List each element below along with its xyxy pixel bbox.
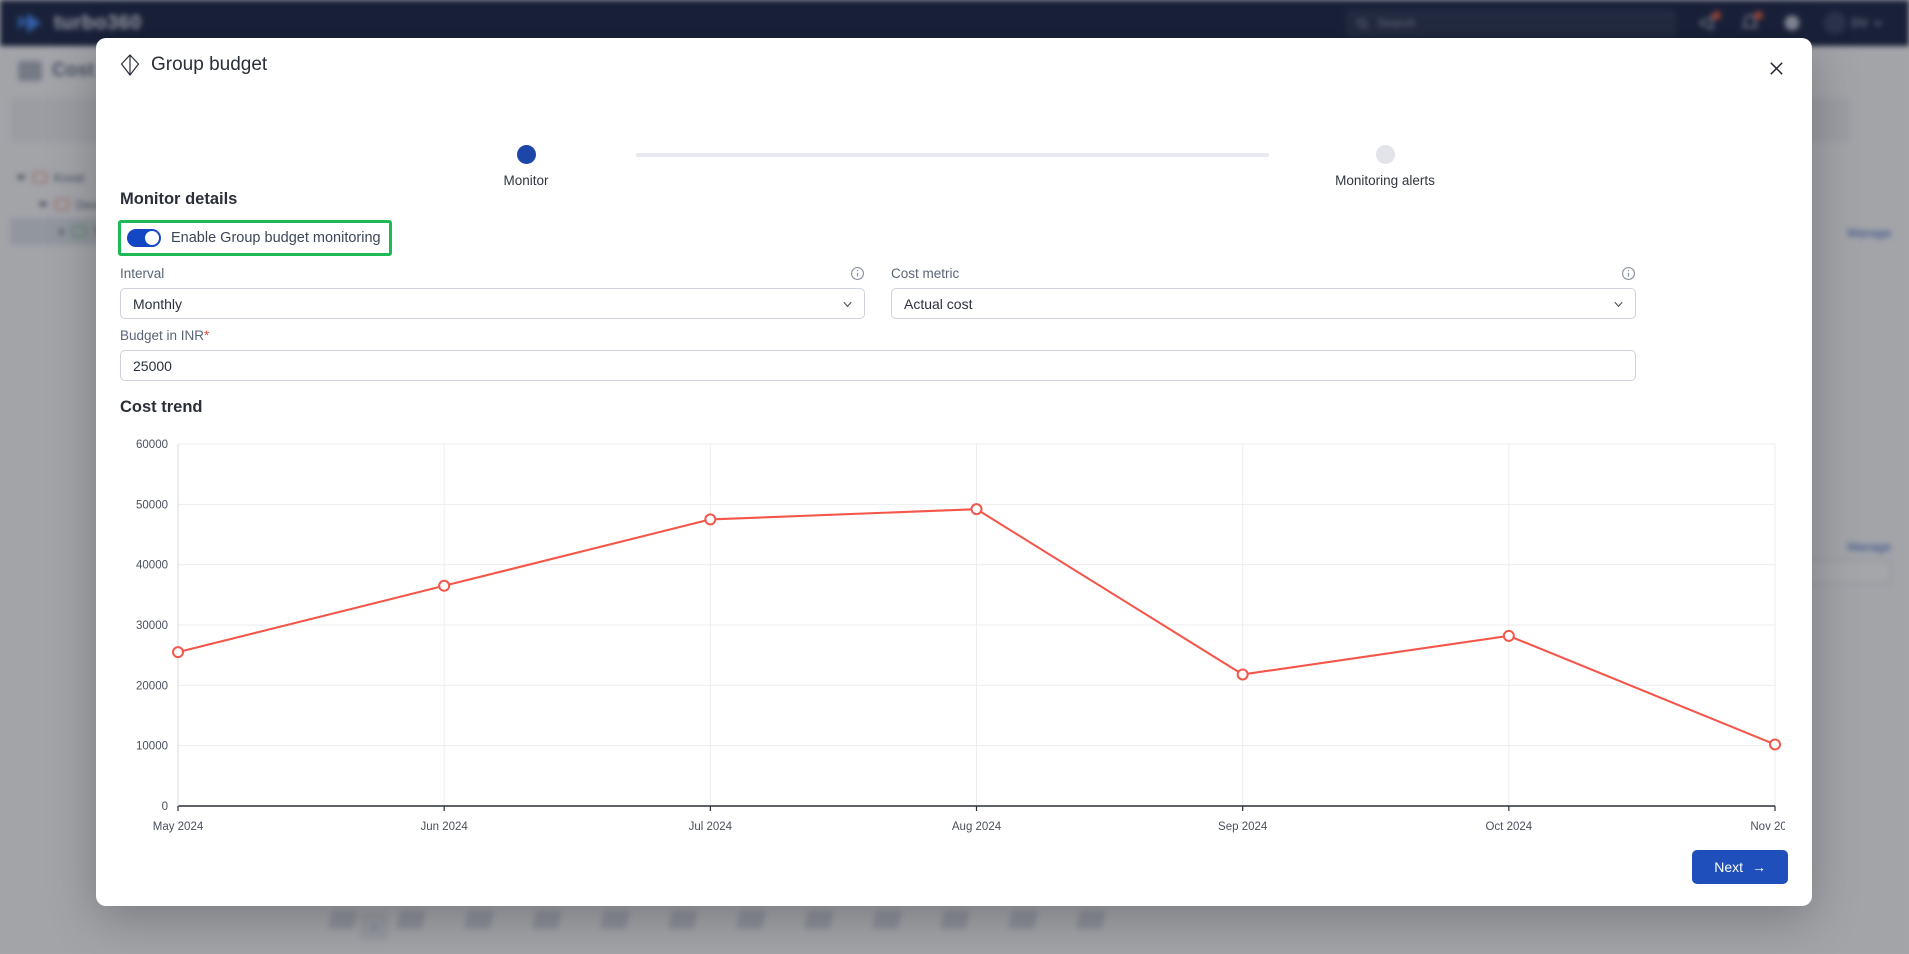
interval-label: Interval bbox=[120, 266, 165, 281]
cost-trend-chart: 0 10000 20000 30000 40000 50000 60000 May 2024 J… bbox=[120, 428, 1785, 868]
cost-trend-heading: Cost trend bbox=[120, 398, 203, 416]
modal-title: Group budget bbox=[120, 54, 267, 76]
group-budget-modal: Group budget Monitor Monitoring alerts M… bbox=[96, 38, 1812, 906]
close-icon[interactable] bbox=[1762, 54, 1790, 82]
next-button-label: Next bbox=[1714, 859, 1743, 875]
step-monitor[interactable]: Monitor bbox=[416, 143, 636, 188]
wizard-stepper: Monitor Monitoring alerts bbox=[503, 143, 1435, 193]
chart-data-point[interactable] bbox=[704, 513, 717, 526]
step-label: Monitoring alerts bbox=[1335, 173, 1435, 188]
info-icon[interactable] bbox=[1621, 266, 1636, 281]
chart-data-point[interactable] bbox=[172, 646, 184, 659]
chart-data-point[interactable] bbox=[1769, 738, 1781, 751]
budget-field: Budget in INR* 25000 bbox=[120, 328, 1636, 381]
cost-metric-field: Cost metric Actual cost bbox=[891, 266, 1636, 319]
next-button[interactable]: Next → bbox=[1692, 850, 1788, 884]
budget-label: Budget in INR* bbox=[120, 328, 1636, 343]
x-axis-tick-label: Jul 2024 bbox=[689, 821, 733, 833]
budget-value: 25000 bbox=[133, 357, 172, 374]
chevron-down-icon bbox=[843, 301, 852, 307]
toggle-knob bbox=[145, 231, 159, 245]
required-marker: * bbox=[204, 328, 210, 343]
chart-data-point[interactable] bbox=[1502, 629, 1515, 642]
x-axis-tick-label: Aug 2024 bbox=[952, 821, 1002, 833]
info-icon[interactable] bbox=[850, 266, 865, 281]
budget-input[interactable]: 25000 bbox=[120, 350, 1636, 381]
interval-select[interactable]: Monthly bbox=[120, 288, 865, 319]
enable-monitoring-toggle-group[interactable]: Enable Group budget monitoring bbox=[118, 220, 392, 256]
x-axis-tick-label: May 2024 bbox=[153, 821, 204, 833]
step-dot bbox=[516, 145, 536, 164]
y-axis-tick-label: 20000 bbox=[136, 680, 168, 692]
close-x-icon bbox=[1769, 61, 1783, 75]
modal-title-text: Group budget bbox=[151, 54, 268, 75]
chart-data-point[interactable] bbox=[1236, 668, 1249, 681]
cost-metric-select[interactable]: Actual cost bbox=[891, 288, 1636, 319]
y-axis-tick-label: 10000 bbox=[136, 741, 168, 753]
cost-metric-label: Cost metric bbox=[891, 266, 960, 281]
y-axis-tick-label: 60000 bbox=[136, 439, 168, 451]
y-axis-tick-label: 40000 bbox=[136, 560, 168, 572]
budget-label-text: Budget in INR bbox=[120, 328, 205, 343]
monitor-details-heading: Monitor details bbox=[120, 190, 238, 208]
enable-monitoring-label: Enable Group budget monitoring bbox=[171, 230, 381, 246]
interval-field: Interval Monthly bbox=[120, 266, 865, 319]
chart-data-point[interactable] bbox=[438, 579, 451, 592]
step-monitoring-alerts[interactable]: Monitoring alerts bbox=[1275, 143, 1495, 188]
chart-data-point[interactable] bbox=[970, 503, 983, 516]
x-axis-tick-label: Nov 2024 bbox=[1750, 821, 1785, 833]
modal-header: Group budget bbox=[96, 38, 1812, 100]
y-axis-tick-label: 50000 bbox=[136, 499, 168, 511]
y-axis-tick-label: 0 bbox=[162, 801, 168, 813]
x-axis-tick-label: Jun 2024 bbox=[421, 821, 469, 833]
chevron-down-icon bbox=[1614, 301, 1623, 307]
arrow-right-icon: → bbox=[1752, 859, 1766, 875]
interval-value: Monthly bbox=[133, 295, 183, 312]
x-axis-tick-label: Oct 2024 bbox=[1485, 821, 1532, 833]
enable-monitoring-toggle[interactable] bbox=[127, 229, 161, 247]
stepper-track bbox=[636, 153, 1269, 157]
step-dot bbox=[1375, 145, 1395, 164]
x-axis-tick-label: Sep 2024 bbox=[1218, 821, 1268, 833]
step-label: Monitor bbox=[503, 173, 549, 188]
cost-trend-svg: 0 10000 20000 30000 40000 50000 60000 May 2024 J… bbox=[136, 439, 1785, 833]
budget-diamond-icon bbox=[120, 54, 140, 76]
cost-metric-value: Actual cost bbox=[904, 295, 973, 312]
y-axis-tick-label: 30000 bbox=[136, 620, 168, 632]
